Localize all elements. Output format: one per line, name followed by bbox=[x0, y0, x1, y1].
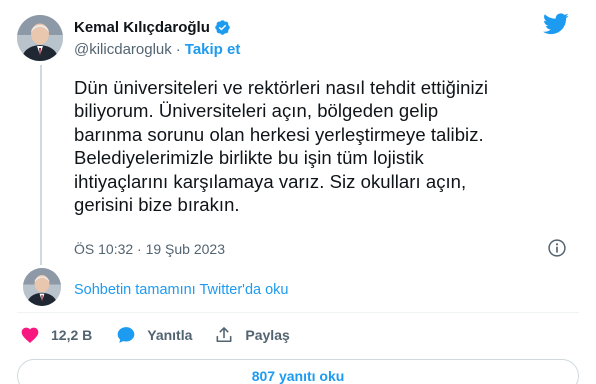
twitter-bird-icon[interactable] bbox=[543, 13, 569, 35]
tweet-text-line: Belediyelerimizle birlikte bu işin tüm l… bbox=[74, 147, 424, 169]
read-conversation-link[interactable]: Sohbetin tamamını Twitter'da oku bbox=[74, 280, 288, 300]
tweet-timestamp[interactable]: ÖS 10:32 · 19 Şub 2023 bbox=[74, 239, 225, 259]
like-count: 12,2 B bbox=[51, 327, 93, 343]
thread-avatar[interactable] bbox=[23, 268, 61, 306]
divider bbox=[17, 312, 579, 313]
info-icon[interactable] bbox=[547, 238, 567, 258]
thread-connector-line bbox=[40, 65, 42, 265]
follow-button[interactable]: Takip et bbox=[185, 41, 241, 58]
share-icon bbox=[216, 327, 232, 343]
tweet-text: Dün üniversiteleri ve rektörleri nasıl t… bbox=[74, 76, 574, 216]
author-handle[interactable]: @kilicdarogluk bbox=[74, 41, 172, 58]
like-button[interactable]: 12,2 B bbox=[20, 325, 92, 345]
heart-icon bbox=[21, 327, 39, 343]
author-avatar[interactable] bbox=[17, 15, 63, 61]
author-display-name[interactable]: Kemal Kılıçdaroğlu bbox=[74, 19, 210, 36]
handle-separator: · bbox=[175, 40, 181, 58]
reply-label: Yanıtla bbox=[147, 327, 193, 343]
share-button[interactable]: Paylaş bbox=[214, 325, 290, 345]
reply-button[interactable]: Yanıtla bbox=[116, 325, 192, 345]
tweet-text-line: gerisini bize bırakın. bbox=[74, 194, 240, 216]
author-name-row: Kemal Kılıçdaroğlu bbox=[74, 17, 231, 37]
action-bar: 12,2 B Yanıtla Paylaş bbox=[20, 322, 308, 348]
reply-icon bbox=[117, 327, 135, 343]
tweet-text-line: barınma sorunu olan herkesi yerleştirmey… bbox=[74, 123, 484, 145]
tweet-text-line: biliyorum. Üniversiteleri açın, bölgeden… bbox=[74, 100, 439, 122]
tweet-text-line: ihtiyaçlarını karşılamaya varız. Siz oku… bbox=[74, 170, 467, 192]
share-label: Paylaş bbox=[245, 327, 290, 343]
tweet-card: Kemal Kılıçdaroğlu @kilicdarogluk · Taki… bbox=[0, 0, 596, 384]
author-handle-row: @kilicdarogluk · Takip et bbox=[74, 39, 240, 59]
verified-badge-icon bbox=[214, 19, 231, 36]
tweet-text-line: Dün üniversiteleri ve rektörleri nasıl t… bbox=[74, 77, 489, 98]
read-replies-button[interactable]: 807 yanıtı oku bbox=[17, 359, 579, 384]
